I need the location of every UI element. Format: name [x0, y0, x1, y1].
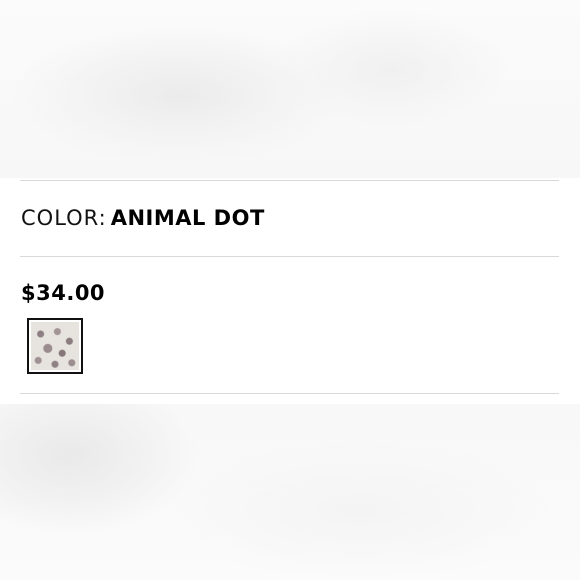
animal-dot-pattern-icon: [31, 322, 79, 370]
product-price: $34.00: [21, 281, 106, 305]
blurred-background-bottom: [0, 404, 580, 580]
color-label: COLOR:: [21, 206, 107, 230]
color-selection-row: COLOR: ANIMAL DOT: [21, 206, 265, 236]
product-options-panel: COLOR: ANIMAL DOT $34.00: [0, 178, 580, 404]
selected-color-name: ANIMAL DOT: [110, 206, 265, 230]
blurred-background-top: [0, 0, 580, 178]
color-swatch-animal-dot[interactable]: [27, 318, 83, 374]
divider-top: [20, 180, 559, 181]
product-page: COLOR: ANIMAL DOT $34.00: [0, 0, 580, 580]
divider-bottom: [20, 393, 559, 394]
divider-middle: [20, 256, 559, 257]
